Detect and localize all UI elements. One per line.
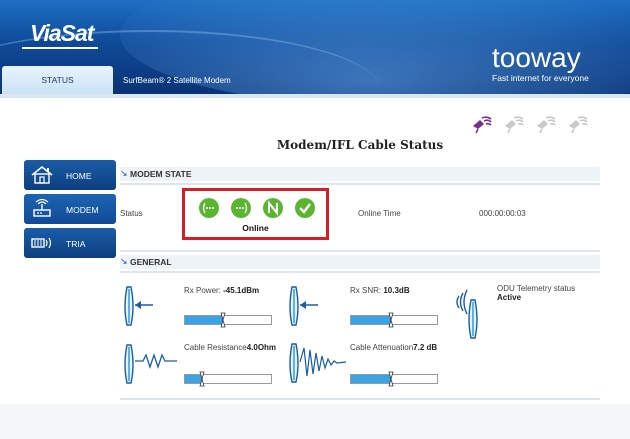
- online-time-value: 000:00:00:03: [479, 209, 526, 218]
- network-status-icon: [263, 198, 283, 218]
- general-section-header: ↘ GENERAL: [120, 255, 600, 269]
- header-band: [0, 94, 630, 98]
- device-name: SurfBeam® 2 Satellite Modem: [123, 76, 231, 85]
- rx-power-readout: Rx Power: -45.1dBm: [184, 286, 259, 295]
- odu-telemetry-icon: [456, 289, 478, 339]
- section-divider: [120, 183, 600, 185]
- cable-attenuation-icon: [289, 343, 347, 383]
- cable-resistance-bar: [184, 371, 272, 387]
- rx-power-value: -45.1dBm: [223, 286, 260, 295]
- satellite-link-inactive-icon: [505, 116, 524, 134]
- dish-rx-snr-icon: [289, 286, 318, 326]
- modem-state-highlight-box: Online: [182, 188, 329, 240]
- status-label: Status: [120, 209, 143, 218]
- rx-power-bar: [184, 312, 272, 328]
- slider-marker-icon: [220, 312, 226, 328]
- tab-bar: STATUS SurfBeam® 2 Satellite Modem: [0, 66, 630, 94]
- sidebar-item-label: MODEM: [66, 205, 99, 215]
- cable-attenuation-value: 7.2 dB: [413, 343, 438, 352]
- cable-attenuation-bar-fill: [351, 375, 391, 383]
- satellite-link-active-icon: [473, 116, 492, 134]
- slider-marker-icon: [388, 371, 394, 387]
- satellite-link-inactive-icon: [537, 116, 556, 134]
- sidebar-item-tria[interactable]: TRIA: [24, 228, 116, 258]
- rx-snr-bar: [350, 312, 438, 328]
- odu-telemetry-label: ODU Telemetry status: [497, 284, 576, 293]
- tab-status[interactable]: STATUS: [2, 66, 113, 94]
- downlink-status-icon: [199, 198, 219, 218]
- footer-band: [0, 404, 630, 439]
- cable-resistance-label: Cable Resistance: [184, 343, 247, 352]
- rx-snr-label: Rx SNR:: [350, 286, 382, 295]
- modem-status-page: ViaSat tooway Fast internet for everyone…: [0, 0, 630, 439]
- slider-marker-icon: [199, 371, 205, 387]
- online-time-label: Online Time: [358, 209, 401, 218]
- checkmark-icon: [295, 198, 315, 218]
- slider-marker-icon: [388, 312, 394, 328]
- odu-telemetry-value-wrap: Active: [497, 293, 521, 302]
- link-status-icons: [470, 114, 600, 134]
- cable-attenuation-readout: Cable Attenuation7.2 dB: [350, 343, 437, 352]
- cable-attenuation-bar: [350, 371, 438, 387]
- modem-status-value: Online: [242, 223, 269, 233]
- tria-icon: [31, 237, 52, 249]
- cable-resistance-value: 4.0Ohm: [246, 343, 277, 352]
- odu-telemetry-value: Active: [497, 293, 522, 302]
- home-icon: [31, 165, 53, 184]
- sidebar-nav: HOME MODEM TRIA: [24, 160, 116, 262]
- uplink-status-icon: [231, 198, 251, 218]
- section-divider: [120, 271, 600, 273]
- viasat-logo-underline: [22, 47, 98, 49]
- page-title: Modem/IFL Cable Status: [276, 138, 444, 152]
- rx-snr-readout: Rx SNR: 10.3dB: [350, 286, 410, 295]
- sidebar-item-home[interactable]: HOME: [24, 160, 116, 190]
- section-divider: [120, 250, 600, 252]
- section-arrow-icon: ↘: [120, 168, 128, 178]
- modem-state-title: MODEM STATE: [130, 169, 192, 179]
- sidebar-item-label: TRIA: [66, 239, 86, 249]
- cable-resistance-icon: [124, 344, 177, 384]
- rx-power-bar-fill: [185, 316, 223, 324]
- modem-state-icons: [198, 197, 316, 219]
- satellite-link-inactive-icon: [569, 116, 588, 134]
- modem-state-section-header: ↘ MODEM STATE: [120, 167, 600, 181]
- rx-snr-value: 10.3dB: [383, 286, 410, 295]
- sidebar-item-label: HOME: [66, 171, 92, 181]
- section-arrow-icon: ↘: [120, 256, 128, 266]
- cable-resistance-readout: Cable Resistance4.0Ohm: [184, 343, 276, 352]
- viasat-logo: ViaSat: [30, 20, 94, 46]
- rx-snr-bar-fill: [351, 316, 391, 324]
- header-banner: ViaSat tooway Fast internet for everyone…: [0, 0, 630, 94]
- rx-power-label: Rx Power:: [184, 286, 221, 295]
- general-title: GENERAL: [130, 257, 172, 267]
- section-divider: [120, 398, 600, 400]
- sidebar-item-modem[interactable]: MODEM: [24, 194, 116, 224]
- modem-icon: [33, 199, 51, 217]
- dish-rx-power-icon: [124, 286, 153, 326]
- cable-attenuation-label: Cable Attenuation: [350, 343, 414, 352]
